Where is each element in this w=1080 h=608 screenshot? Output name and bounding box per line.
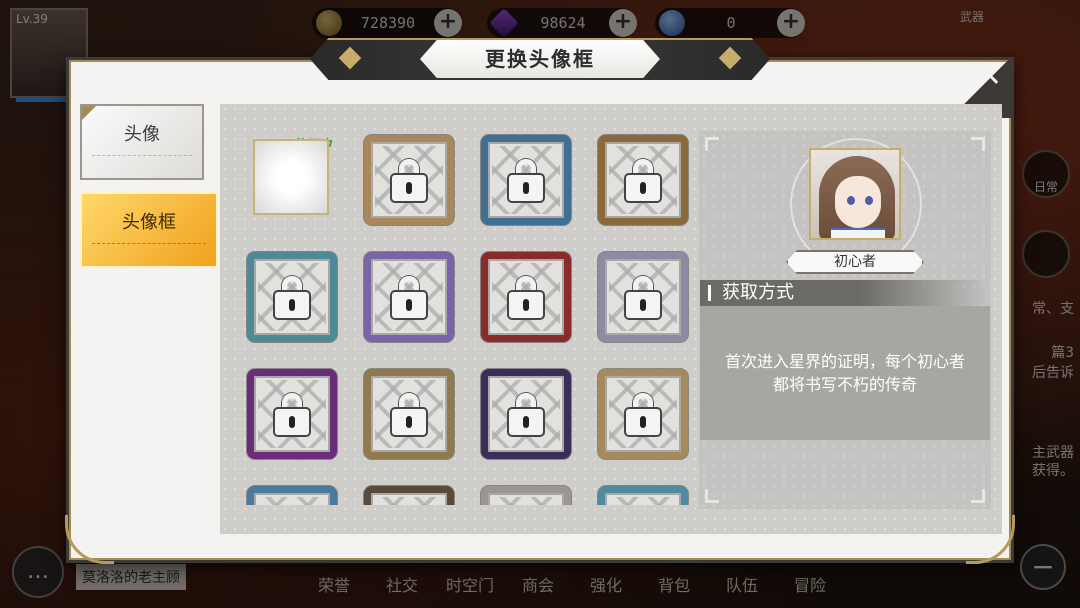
lock-icon	[509, 276, 543, 318]
locked-frame-item[interactable]	[481, 135, 571, 225]
lock-icon	[509, 159, 543, 201]
acquire-header: 获取方式	[700, 280, 990, 306]
corner-ornament-icon	[971, 137, 985, 151]
frame-border	[598, 486, 688, 505]
tab-avatar-frame[interactable]: 头像框	[80, 192, 218, 268]
tab-avatar-frame-label: 头像框	[122, 212, 176, 233]
locked-frame-item[interactable]	[364, 135, 454, 225]
avatar-collar	[831, 228, 885, 238]
lock-icon	[392, 393, 426, 435]
lock-icon	[509, 393, 543, 435]
corner-ornament-icon	[705, 489, 719, 503]
lock-icon	[392, 276, 426, 318]
frame-border	[364, 486, 454, 505]
avatar	[809, 148, 901, 240]
locked-frame-item[interactable]	[598, 369, 688, 459]
lock-icon	[392, 159, 426, 201]
lock-icon	[626, 393, 660, 435]
locked-frame-item[interactable]	[364, 486, 454, 505]
avatar-face	[835, 176, 881, 228]
tab-avatar[interactable]: 头像	[80, 104, 204, 180]
frame-border	[247, 486, 337, 505]
current-frame-preview[interactable]	[253, 139, 329, 215]
tab-corner-icon	[82, 106, 96, 120]
locked-frame-item[interactable]	[481, 252, 571, 342]
locked-frame-item[interactable]	[598, 486, 688, 505]
avatar-eye	[865, 196, 873, 205]
avatar-eye	[847, 196, 855, 205]
locked-frame-item[interactable]	[598, 135, 688, 225]
locked-frame-item[interactable]	[598, 252, 688, 342]
locked-frame-item[interactable]	[481, 369, 571, 459]
locked-frame-item[interactable]	[247, 369, 337, 459]
lock-icon	[275, 276, 309, 318]
corner-ornament-icon	[971, 489, 985, 503]
lock-icon	[626, 159, 660, 201]
locked-frame-item[interactable]	[247, 252, 337, 342]
lock-icon	[626, 276, 660, 318]
locked-frame-item[interactable]	[481, 486, 571, 505]
corner-ornament-icon	[705, 137, 719, 151]
lock-icon	[275, 393, 309, 435]
dialog-title: 更换头像框	[420, 40, 660, 78]
tab-avatar-label: 头像	[124, 124, 160, 145]
locked-frame-item[interactable]	[247, 486, 337, 505]
frame-border	[481, 486, 571, 505]
locked-frame-item[interactable]	[364, 369, 454, 459]
frame-name: 初心者	[786, 250, 924, 274]
locked-frame-item[interactable]	[364, 252, 454, 342]
acquire-description: 首次进入星界的证明，每个初心者都将书写不朽的传奇	[700, 306, 990, 440]
close-icon: ✕	[976, 59, 1002, 94]
